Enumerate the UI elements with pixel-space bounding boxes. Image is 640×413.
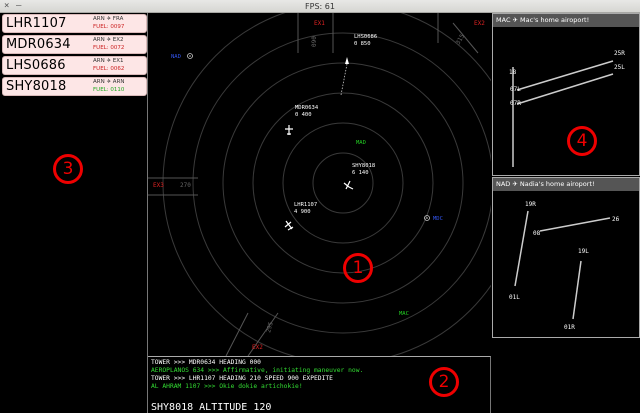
aircraft-callsign: LHS0686 — [354, 34, 377, 40]
window-title: FPS: 61 — [305, 2, 335, 11]
runway-lines — [512, 60, 614, 167]
runway-label: 07L — [510, 86, 521, 93]
runway-label: 08 — [533, 230, 541, 237]
strip-fuel: FUEL: 0072 — [93, 45, 125, 51]
aircraft-icon[interactable] — [284, 220, 294, 231]
aircraft-callsign: LHR1107 — [294, 202, 317, 208]
runway-lines — [514, 210, 611, 320]
strip-callsign: LHR1107 — [6, 16, 67, 31]
radar-svg: EX1 EX2 EX3 EX2 270 090 295 315 NAD MAD … — [148, 2, 524, 364]
annotation-badge: 2 — [429, 367, 459, 397]
exit-label[interactable]: EX1 — [314, 20, 325, 27]
strip-route: ARN ✈ ARN — [93, 79, 125, 85]
range-rings — [162, 2, 524, 364]
radar-scope[interactable]: EX1 EX2 EX3 EX2 270 090 295 315 NAD MAD … — [148, 2, 524, 364]
flight-strips-panel: LHR1107 ARN ✈ FRA FUEL: 0097 MDR0634 ARN… — [0, 13, 148, 413]
strip-callsign: LHS0686 — [6, 58, 66, 73]
beacon-label: MDC — [433, 216, 443, 222]
runway-label: 25R — [614, 50, 625, 57]
runway-label: 18 — [509, 69, 517, 76]
runway-label: 26 — [612, 216, 620, 223]
aircraft-info: 0 400 — [295, 112, 312, 118]
annotation-badge: 3 — [53, 154, 83, 184]
command-input[interactable]: SHY8018 ALTITUDE 120 — [151, 402, 271, 413]
beacon-label: NAD — [171, 54, 181, 60]
beacon-icon[interactable] — [187, 53, 193, 59]
strip-fuel: FUEL: 0062 — [93, 66, 125, 72]
exit-label[interactable]: EX3 — [153, 182, 164, 189]
exit-label[interactable]: EX2 — [474, 20, 485, 27]
console-line: AEROPLANOS 634 >>> Affirmative, initiati… — [151, 367, 364, 374]
gate-heading-label: 295 — [265, 321, 275, 334]
flight-strip[interactable]: SHY8018 ARN ✈ ARN FUEL: 0110 — [2, 77, 147, 96]
airport-header: NAD ✈ Nadia's home airoport! — [493, 178, 639, 191]
runway-label: 19R — [525, 201, 536, 208]
window-titlebar: × – FPS: 61 — [0, 0, 640, 13]
aircraft-icon[interactable] — [343, 180, 354, 190]
strip-route: ARN ✈ FRA — [93, 16, 124, 22]
annotation-badge: 4 — [567, 126, 597, 156]
flight-strip[interactable]: MDR0634 ARN ✈ EX2 FUEL: 0072 — [2, 35, 147, 54]
runway-label: 07R — [510, 100, 521, 107]
gate-heading-label: 315 — [455, 33, 467, 46]
aircraft-callsign: SHY8018 — [352, 163, 375, 169]
airport-diagram: 19R 26 08 19L 01L 01R — [509, 201, 620, 331]
aircraft-info: 6 140 — [352, 170, 369, 176]
strip-callsign: SHY8018 — [6, 79, 67, 94]
runway-label: 25L — [614, 64, 625, 71]
beacon-label: MAC — [399, 311, 409, 317]
airport-panel-nad[interactable]: NAD ✈ Nadia's home airoport! 19R 26 08 1… — [492, 177, 640, 338]
strip-callsign: MDR0634 — [6, 37, 71, 52]
airport-panel-mac[interactable]: MAC ✈ Mac's home airoport! 25R 25L 18 07… — [492, 13, 640, 176]
flight-strip[interactable]: LHR1107 ARN ✈ FRA FUEL: 0097 — [2, 14, 147, 33]
aircraft-callsign: MDR0634 — [295, 105, 319, 111]
aircraft-info: 0 850 — [354, 41, 371, 47]
console-line: TOWER >>> MDR0634 HEADING 000 — [151, 359, 261, 366]
strip-fuel: FUEL: 0110 — [93, 87, 125, 93]
airport-header: MAC ✈ Mac's home airoport! — [493, 14, 639, 27]
exit-label[interactable]: EX2 — [252, 344, 263, 351]
runway-label: 01L — [509, 294, 520, 301]
aircraft-info: 4 900 — [294, 209, 311, 215]
flight-strip[interactable]: LHS0686 ARN ✈ EX1 FUEL: 0062 — [2, 56, 147, 75]
gate-heading-label: 270 — [180, 182, 191, 189]
annotation-badge: 1 — [343, 253, 373, 283]
airport-diagram: 25R 25L 18 07L 07R 00 — [509, 50, 625, 167]
console-line: AL AHRAM 1107 >>> Okie dokie artichokie! — [151, 383, 303, 390]
console-line: TOWER >>> LHR1107 HEADING 210 SPEED 900 … — [151, 375, 333, 382]
runway-label: 01R — [564, 324, 575, 331]
aircraft-icon[interactable] — [285, 125, 293, 135]
strip-route: ARN ✈ EX2 — [93, 37, 124, 43]
gate-heading-label: 090 — [311, 36, 318, 47]
beacon-label: MAD — [356, 140, 366, 146]
strip-route: ARN ✈ EX1 — [93, 58, 124, 64]
runway-label: 19L — [578, 248, 589, 255]
strip-fuel: FUEL: 0097 — [93, 24, 125, 30]
